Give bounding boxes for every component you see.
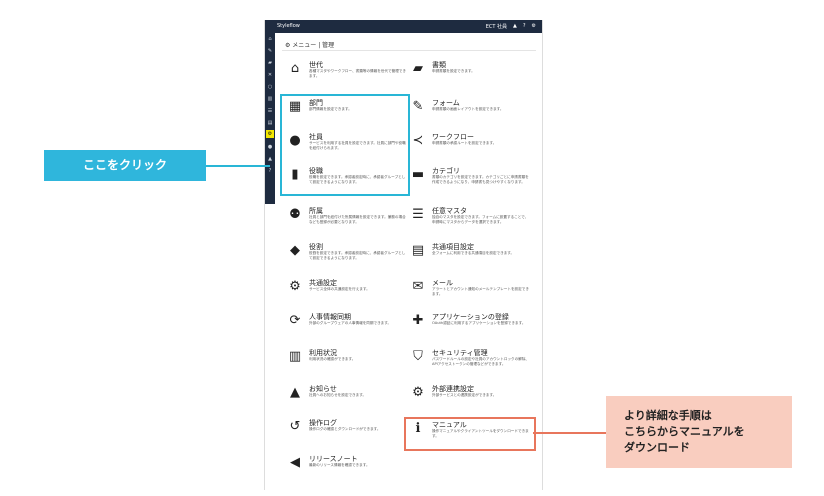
menu-item-mail[interactable]: ✉ メール アラートとアカウント通知のメールテンプレートを設定できます。: [410, 278, 530, 306]
folder-icon: ▬: [411, 167, 425, 182]
menu-item-description: 申請書類を設定できます。: [432, 69, 475, 73]
menu-item-form[interactable]: ✎ フォーム 申請書類の画面レイアウトを設定できます。: [410, 98, 530, 126]
menu-item-description: 独自のマスタを設定できます。フォームに設置することで、申請時にマスタからデータを…: [432, 215, 529, 224]
menu-item-description: 全フォームに利用できる共通項目を設定できます。: [432, 251, 515, 255]
callout-line-3: ダウンロード: [624, 441, 690, 454]
group-icon: ⚉: [289, 207, 301, 222]
search-icon[interactable]: ○: [267, 84, 273, 90]
book-icon: ▰: [413, 61, 423, 76]
menu-item-shozoku[interactable]: ⚉ 所属 社員と部門を紐付けた所属情報を設定できます。兼務の場合なども登録が必要とな…: [287, 206, 407, 234]
chart-icon: ▥: [288, 349, 302, 364]
menu-item-release[interactable]: ◀ リリースノート 最新のリリース情報を確認できます。: [287, 454, 407, 482]
bell-icon[interactable]: ▲: [513, 23, 517, 30]
menu-item-log[interactable]: ↺ 操作ログ 操作ログの確認とダウンロードができます。: [287, 418, 407, 446]
share-icon: ≺: [412, 133, 424, 148]
callout-line-2: こちらからマニュアルを: [624, 425, 745, 438]
top-navbar: Styleflow ECT 社員 ▲ ? ⚙: [265, 20, 542, 33]
menu-item-description: 外部のグループウェアの人事情報を同期できます。: [309, 321, 392, 325]
tag-icon: ◆: [290, 243, 300, 258]
highlight-box-blue: [280, 94, 410, 196]
highlight-box-orange: [404, 417, 536, 451]
menu-item-description: 申請書類の画面レイアウトを設定できます。: [432, 107, 504, 111]
list-icon[interactable]: ☰: [267, 108, 273, 114]
menu-item-nini[interactable]: ☰ 任意マスタ 独自のマスタを設定できます。フォームに設置することで、申請時にマスタ…: [410, 206, 530, 234]
menu-item-kyotsu-item[interactable]: ▤ 共通項目設定 全フォームに利用できる共通項目を設定できます。: [410, 242, 530, 270]
menu-item-kyotsu[interactable]: ⚙ 共通設定 サービス全体の共通設定を行えます。: [287, 278, 407, 306]
home-icon[interactable]: ⌂: [267, 36, 273, 42]
menu-item-security[interactable]: ⛉ セキュリティ管理 パスワードルールの設定や社員のアカウントロックの解除、APIア…: [410, 348, 530, 376]
edit-icon[interactable]: ✎: [267, 48, 273, 54]
gear-icon: ⚙: [289, 279, 301, 294]
callout-connector-blue: [206, 165, 270, 167]
menu-item-description: サービス全体の共通設定を行えます。: [309, 287, 370, 291]
gear-icon[interactable]: ⚙: [532, 23, 536, 30]
menu-item-oshirase[interactable]: ▲ お知らせ 社員へのお知らせを設定できます。: [287, 384, 407, 412]
help-icon[interactable]: ?: [267, 168, 273, 174]
bell-icon[interactable]: ▲: [267, 156, 273, 162]
menu-item-description: 利用状況の確認ができます。: [309, 357, 356, 361]
menu-item-description: パスワードルールの設定や社員のアカウントロックの解除、APIアクセストークンの管…: [432, 357, 530, 366]
menu-item-description: 書類のカテゴリを設定できます。カテゴリごとに申請書類を作成できるようになり、申請…: [432, 175, 529, 184]
plus-icon: ✚: [412, 313, 424, 328]
menu-item-description: 外部サービスとの連携設定ができます。: [432, 393, 497, 397]
menu-item-description: 社員と部門を紐付けた所属情報を設定できます。兼務の場合なども登録が必要となります…: [309, 215, 406, 224]
menu-item-workflow[interactable]: ≺ ワークフロー 申請書類の承認ルートを設定できます。: [410, 132, 530, 160]
question-icon[interactable]: ?: [523, 23, 526, 30]
menu-item-description: 最新のリリース情報を確認できます。: [309, 463, 370, 467]
menu-item-description: OAuth認証に利用するアプリケーションを登録できます。: [432, 321, 526, 325]
left-sidebar: ⌂ ✎ ▰ ✕ ○ ▥ ☰ ▤ ⚙ ● ▲ ?: [265, 33, 275, 204]
person-icon[interactable]: ●: [267, 144, 273, 150]
user-name[interactable]: ECT 社員: [486, 23, 507, 30]
menu-item-gaibu[interactable]: ⚙ 外部連携設定 外部サービスとの連携設定ができます。: [410, 384, 530, 412]
book-icon[interactable]: ▰: [267, 60, 273, 66]
menu-item-yakuwari[interactable]: ◆ 役割 役割を設定できます。承認者設定時に、承認者グループとして設定できるようにな…: [287, 242, 407, 270]
wrench-icon[interactable]: ✕: [267, 72, 273, 78]
callout-connector-orange: [533, 432, 606, 434]
app-logo[interactable]: Styleflow: [277, 23, 300, 29]
history-icon: ↺: [289, 419, 301, 434]
menu-item-description: 社員へのお知らせを設定できます。: [309, 393, 367, 397]
admin-settings-icon[interactable]: ⚙: [266, 130, 274, 138]
card-icon: ▤: [411, 243, 425, 258]
menu-item-riyou[interactable]: ▥ 利用状況 利用状況の確認ができます。: [287, 348, 407, 376]
menu-item-description: 役割を設定できます。承認者設定時に、承認者グループとして設定できるようになります…: [309, 251, 406, 260]
shield-icon: ⛉: [413, 349, 423, 364]
card-icon[interactable]: ▤: [267, 120, 273, 126]
edit-icon: ✎: [412, 99, 424, 114]
callout-click-here: ここをクリック: [44, 150, 206, 181]
menu-item-description: 操作ログの確認とダウンロードができます。: [309, 427, 381, 431]
megaphone-icon: ◀: [290, 455, 300, 470]
chart-icon[interactable]: ▥: [267, 96, 273, 102]
bell-icon: ▲: [290, 385, 300, 400]
home-icon: ⌂: [290, 61, 300, 76]
breadcrumb: ⚙ メニュー | 管理: [285, 42, 335, 49]
callout-manual-note: より詳細な手順は こちらからマニュアルを ダウンロード: [606, 396, 792, 468]
menu-item-sedai[interactable]: ⌂ 世代 各種マスタやワークフロー、書類等の情報を世代で管理できます。: [287, 60, 407, 88]
menu-item-jinji[interactable]: ⟳ 人事情報同期 外部のグループウェアの人事情報を同期できます。: [287, 312, 407, 340]
sync-icon: ⟳: [289, 313, 301, 328]
menu-item-description: アラートとアカウント通知のメールテンプレートを設定できます。: [432, 287, 529, 296]
header-divider: [282, 50, 536, 51]
menu-item-description: 各種マスタやワークフロー、書類等の情報を世代で管理できます。: [309, 69, 406, 78]
menu-item-description: 申請書類の承認ルートを設定できます。: [432, 141, 497, 145]
menu-item-category[interactable]: ▬ カテゴリ 書類のカテゴリを設定できます。カテゴリごとに申請書類を作成できるように…: [410, 166, 530, 194]
gear-icon: ⚙: [412, 385, 424, 400]
callout-line-1: より詳細な手順は: [624, 409, 712, 422]
menu-item-shorui[interactable]: ▰ 書類 申請書類を設定できます。: [410, 60, 530, 88]
mail-icon: ✉: [412, 279, 424, 294]
list-icon: ☰: [412, 207, 424, 222]
menu-item-app[interactable]: ✚ アプリケーションの登録 OAuth認証に利用するアプリケーションを登録できます。: [410, 312, 530, 340]
